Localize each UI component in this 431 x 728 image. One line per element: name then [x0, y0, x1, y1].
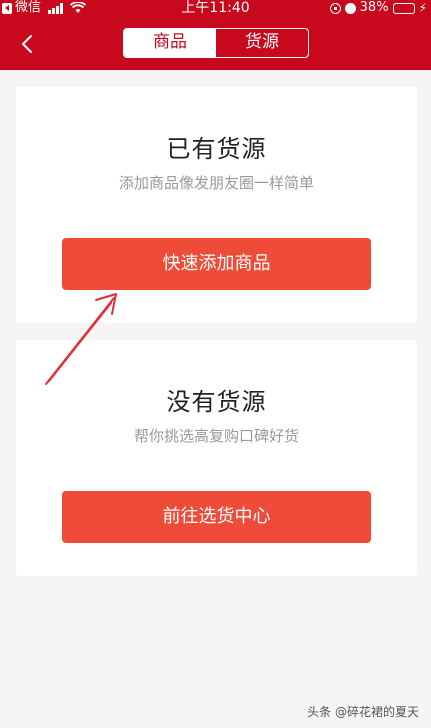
card-subtitle: 添加商品像发朋友圈一样简单 [118, 174, 314, 192]
alarm-icon [344, 2, 356, 14]
card-title: 没有货源 [166, 388, 267, 416]
card-has-source: 已有货源 添加商品像发朋友圈一样简单 快速添加商品 [16, 87, 417, 323]
tab-products[interactable]: 商品 [124, 29, 216, 57]
chevron-left-icon[interactable] [16, 32, 40, 56]
card-title: 已有货源 [166, 135, 267, 163]
top-bar: 微信 上午11:40 38% ⚡ 商品 货源 [0, 0, 431, 70]
status-right: 38% ⚡ [329, 0, 427, 16]
status-bar: 微信 上午11:40 38% ⚡ [0, 0, 431, 16]
card-no-source: 没有货源 帮你挑选高复购口碑好货 前往选货中心 [16, 340, 417, 576]
battery-percent: 38% [359, 0, 389, 15]
charging-icon: ⚡ [418, 1, 427, 15]
watermark: 头条 @碎花裙的夏天 [307, 705, 419, 719]
segment-tabs: 商品 货源 [123, 28, 309, 58]
quick-add-product-button[interactable]: 快速添加商品 [62, 238, 371, 290]
battery-icon [392, 2, 415, 14]
go-to-sourcing-center-button[interactable]: 前往选货中心 [62, 491, 371, 543]
tab-sources[interactable]: 货源 [216, 29, 308, 57]
card-subtitle: 帮你挑选高复购口碑好货 [133, 427, 299, 445]
lock-rotation-icon [329, 2, 341, 14]
